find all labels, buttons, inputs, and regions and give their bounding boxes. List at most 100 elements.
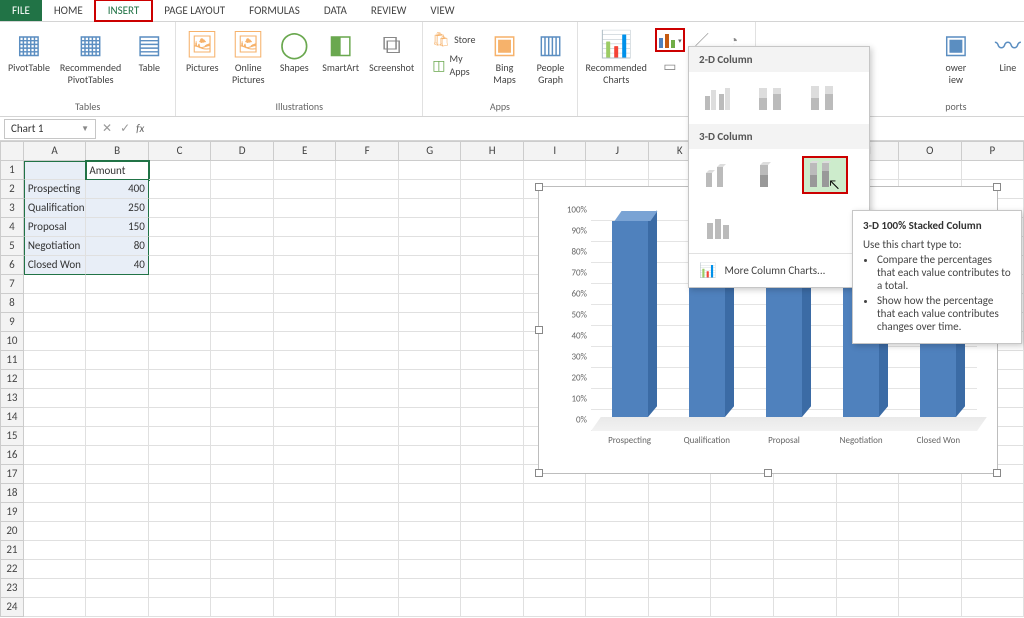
cell-H10[interactable] — [461, 332, 524, 351]
cell-O1[interactable] — [899, 161, 962, 180]
cell-H4[interactable] — [461, 218, 524, 237]
tab-home[interactable]: HOME — [42, 0, 95, 21]
col-header-P[interactable]: P — [962, 141, 1024, 161]
shapes-button[interactable]: ◯ Shapes — [274, 24, 314, 76]
cell-A5[interactable]: Negotiation — [24, 237, 87, 256]
cell-E2[interactable] — [274, 180, 337, 199]
cell-E3[interactable] — [274, 199, 337, 218]
cell-E18[interactable] — [274, 484, 337, 503]
insert-bar-chart-button[interactable]: ▭ — [655, 54, 685, 78]
cell-F10[interactable] — [336, 332, 399, 351]
chart-bar[interactable] — [612, 221, 648, 417]
myapps-button[interactable]: ◫ My Apps — [429, 51, 478, 79]
3d-clustered-column-option[interactable] — [699, 157, 743, 193]
cell-L19[interactable] — [711, 503, 774, 522]
cell-D20[interactable] — [211, 522, 274, 541]
col-header-D[interactable]: D — [211, 141, 274, 161]
cell-C12[interactable] — [149, 370, 212, 389]
cell-F6[interactable] — [336, 256, 399, 275]
cell-H1[interactable] — [461, 161, 524, 180]
cell-C9[interactable] — [149, 313, 212, 332]
cell-P20[interactable] — [962, 522, 1024, 541]
cell-H19[interactable] — [461, 503, 524, 522]
cell-O21[interactable] — [899, 541, 962, 560]
tab-formulas[interactable]: FORMULAS — [237, 0, 312, 21]
cell-E14[interactable] — [274, 408, 337, 427]
col-header-A[interactable]: A — [24, 141, 87, 161]
cell-A8[interactable] — [24, 294, 87, 313]
cell-L22[interactable] — [711, 560, 774, 579]
cell-E24[interactable] — [274, 598, 337, 617]
row-header-9[interactable]: 9 — [0, 313, 24, 332]
tab-page-layout[interactable]: PAGE LAYOUT — [152, 0, 237, 21]
cell-D23[interactable] — [211, 579, 274, 598]
cell-C22[interactable] — [149, 560, 212, 579]
sparkline-line-button[interactable]: 〰 Line — [988, 24, 1024, 76]
cell-E4[interactable] — [274, 218, 337, 237]
cell-J24[interactable] — [586, 598, 649, 617]
cell-F22[interactable] — [336, 560, 399, 579]
col-header-F[interactable]: F — [336, 141, 399, 161]
cell-F24[interactable] — [336, 598, 399, 617]
cell-A13[interactable] — [24, 389, 87, 408]
cell-B13[interactable] — [86, 389, 149, 408]
cell-O18[interactable] — [899, 484, 962, 503]
cell-K19[interactable] — [649, 503, 712, 522]
cell-H2[interactable] — [461, 180, 524, 199]
cell-H11[interactable] — [461, 351, 524, 370]
cell-L20[interactable] — [711, 522, 774, 541]
cell-M20[interactable] — [774, 522, 837, 541]
cell-G16[interactable] — [399, 446, 462, 465]
cell-B6[interactable]: 40 — [86, 256, 149, 275]
cell-H9[interactable] — [461, 313, 524, 332]
cell-G4[interactable] — [399, 218, 462, 237]
cell-E16[interactable] — [274, 446, 337, 465]
row-header-12[interactable]: 12 — [0, 370, 24, 389]
cell-J1[interactable] — [586, 161, 649, 180]
cell-C24[interactable] — [149, 598, 212, 617]
cell-G15[interactable] — [399, 427, 462, 446]
cell-F1[interactable] — [336, 161, 399, 180]
tab-view[interactable]: VIEW — [418, 0, 466, 21]
cell-A4[interactable]: Proposal — [24, 218, 87, 237]
recommended-charts-button[interactable]: 📊 Recommended Charts — [584, 24, 649, 88]
cell-G11[interactable] — [399, 351, 462, 370]
cell-O22[interactable] — [899, 560, 962, 579]
cell-H5[interactable] — [461, 237, 524, 256]
cell-C2[interactable] — [149, 180, 212, 199]
2d-clustered-column-option[interactable] — [699, 80, 743, 116]
cell-D18[interactable] — [211, 484, 274, 503]
cell-D19[interactable] — [211, 503, 274, 522]
name-box[interactable]: Chart 1▼ — [4, 119, 96, 139]
col-header-C[interactable]: C — [149, 141, 212, 161]
cell-D6[interactable] — [211, 256, 274, 275]
cell-G8[interactable] — [399, 294, 462, 313]
cell-D5[interactable] — [211, 237, 274, 256]
cell-P22[interactable] — [962, 560, 1024, 579]
2d-100-stacked-column-option[interactable] — [803, 80, 847, 116]
cell-A18[interactable] — [24, 484, 87, 503]
cell-G20[interactable] — [399, 522, 462, 541]
cell-C10[interactable] — [149, 332, 212, 351]
2d-stacked-column-option[interactable] — [751, 80, 795, 116]
cell-L23[interactable] — [711, 579, 774, 598]
cell-D21[interactable] — [211, 541, 274, 560]
cell-M21[interactable] — [774, 541, 837, 560]
cell-A19[interactable] — [24, 503, 87, 522]
cell-E13[interactable] — [274, 389, 337, 408]
cell-N22[interactable] — [837, 560, 900, 579]
cell-A17[interactable] — [24, 465, 87, 484]
cell-E11[interactable] — [274, 351, 337, 370]
cell-H15[interactable] — [461, 427, 524, 446]
cell-F9[interactable] — [336, 313, 399, 332]
cell-D11[interactable] — [211, 351, 274, 370]
bing-maps-button[interactable]: ▣ Bing Maps — [485, 24, 525, 88]
cell-C8[interactable] — [149, 294, 212, 313]
cell-A21[interactable] — [24, 541, 87, 560]
cell-B7[interactable] — [86, 275, 149, 294]
cell-G18[interactable] — [399, 484, 462, 503]
cell-A2[interactable]: Prospecting — [24, 180, 87, 199]
cell-F20[interactable] — [336, 522, 399, 541]
row-header-13[interactable]: 13 — [0, 389, 24, 408]
cell-A22[interactable] — [24, 560, 87, 579]
